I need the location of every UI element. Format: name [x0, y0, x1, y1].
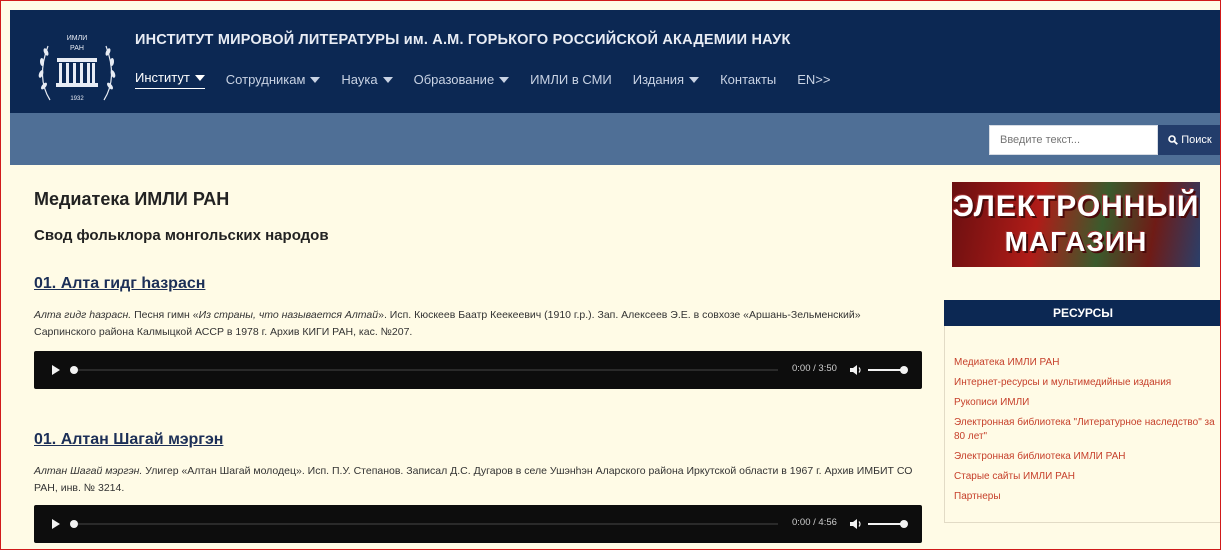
- caret-down-icon: [382, 76, 393, 83]
- resources-panel: Медиатека ИМЛИ РАН Интернет-ресурсы и му…: [944, 326, 1220, 523]
- nav-item-staff[interactable]: Сотрудникам: [226, 70, 321, 89]
- nav-label: Образование: [413, 72, 495, 87]
- nav-label: ИМЛИ в СМИ: [530, 72, 612, 87]
- track-title[interactable]: 01. Алта гидг һазрасн: [34, 275, 205, 293]
- nav-label: Издания: [632, 72, 685, 87]
- main-nav: Институт Сотрудникам Наука Образование И…: [135, 70, 852, 89]
- track-desc-italic: Алта гидг һазрасн.: [34, 309, 132, 321]
- logo-year: 1932: [70, 96, 84, 102]
- search-input[interactable]: [989, 125, 1158, 155]
- time-display: 0:00 / 3:50: [792, 363, 837, 374]
- nav-item-media[interactable]: ИМЛИ в СМИ: [530, 70, 612, 89]
- volume-track[interactable]: [868, 369, 902, 371]
- nav-label: Сотрудникам: [225, 72, 306, 87]
- logo-top-text: ИМЛИ: [67, 35, 88, 42]
- page-title: Медиатека ИМЛИ РАН: [34, 189, 230, 209]
- time-display: 0:00 / 4:56: [792, 517, 837, 528]
- volume-handle[interactable]: [900, 366, 908, 374]
- nav-item-education[interactable]: Образование: [414, 70, 510, 89]
- nav-item-institute[interactable]: Институт: [135, 70, 205, 89]
- progress-handle[interactable]: [70, 366, 78, 374]
- resource-link[interactable]: Интернет-ресурсы и мультимедийные издани…: [954, 376, 1216, 390]
- nav-item-publications[interactable]: Издания: [632, 70, 700, 89]
- caret-down-icon: [689, 76, 700, 83]
- nav-label: Институт: [135, 70, 190, 85]
- search-button[interactable]: Поиск: [1158, 125, 1220, 155]
- search-strip: Поиск: [10, 113, 1220, 165]
- track-description: Алта гидг һазрасн. Песня гимн «Из страны…: [34, 307, 924, 341]
- resource-link[interactable]: Партнеры: [954, 490, 1216, 504]
- resource-link[interactable]: Медиатека ИМЛИ РАН: [954, 356, 1216, 370]
- resources-heading: РЕСУРСЫ: [944, 300, 1220, 326]
- play-icon[interactable]: [52, 519, 60, 529]
- volume-icon[interactable]: [849, 363, 863, 377]
- track-title[interactable]: 01. Алтан Шагай мэргэн: [34, 431, 223, 449]
- progress-track[interactable]: [78, 523, 778, 525]
- logo-sub-text: РАН: [70, 45, 84, 52]
- volume-track[interactable]: [868, 523, 902, 525]
- search-button-label: Поиск: [1181, 134, 1212, 146]
- section-subtitle: Свод фольклора монгольских народов: [34, 227, 329, 244]
- audio-player: 0:00 / 4:56: [34, 505, 922, 543]
- caret-down-icon: [194, 74, 205, 81]
- resource-link[interactable]: Электронная библиотека ИМЛИ РАН: [954, 450, 1216, 464]
- nav-item-contacts[interactable]: Контакты: [720, 70, 776, 89]
- track-description: Алтан Шагай мэргэн. Улигер «Алтан Шагай …: [34, 463, 924, 497]
- track-desc-text: Улигер «Алтан Шагай молодец». Исп. П.У. …: [34, 465, 913, 494]
- imli-logo-icon[interactable]: ИМЛИ РАН 1932: [30, 28, 124, 110]
- progress-handle[interactable]: [70, 520, 78, 528]
- institute-title[interactable]: ИНСТИТУТ МИРОВОЙ ЛИТЕРАТУРЫ им. А.М. ГОР…: [135, 32, 791, 48]
- search-icon: [1168, 135, 1179, 145]
- track-desc-italic: Алтан Шагай мэргэн.: [34, 465, 143, 477]
- resource-link[interactable]: Старые сайты ИМЛИ РАН: [954, 470, 1216, 484]
- nav-item-science[interactable]: Наука: [341, 70, 393, 89]
- caret-down-icon: [499, 76, 510, 83]
- play-icon[interactable]: [52, 365, 60, 375]
- nav-label: EN>>: [797, 72, 831, 87]
- track-desc-italic-2: Из страны, что называется Алтай: [198, 309, 379, 321]
- nav-label: Наука: [341, 72, 378, 87]
- nav-label: Контакты: [720, 72, 777, 87]
- volume-handle[interactable]: [900, 520, 908, 528]
- e-shop-banner[interactable]: ЭЛЕКТРОННЫЙ МАГАЗИН: [952, 182, 1200, 267]
- progress-track[interactable]: [78, 369, 778, 371]
- resource-link[interactable]: Электронная библиотека "Литературное нас…: [954, 416, 1216, 444]
- resource-link[interactable]: Рукописи ИМЛИ: [954, 396, 1216, 410]
- caret-down-icon: [310, 76, 321, 83]
- nav-item-english[interactable]: EN>>: [797, 70, 830, 89]
- banner-line-1: ЭЛЕКТРОННЫЙ: [952, 190, 1200, 223]
- page-frame: ИМЛИ РАН 1932 ИНСТИТУТ МИРОВОЙ ЛИТЕРАТУР…: [0, 0, 1221, 550]
- audio-player: 0:00 / 3:50: [34, 351, 922, 389]
- site-header: ИМЛИ РАН 1932 ИНСТИТУТ МИРОВОЙ ЛИТЕРАТУР…: [10, 10, 1220, 113]
- track-desc-text: Песня гимн «: [131, 309, 199, 321]
- volume-icon[interactable]: [849, 517, 863, 531]
- resources-list: Медиатека ИМЛИ РАН Интернет-ресурсы и му…: [954, 356, 1216, 510]
- banner-line-2: МАГАЗИН: [1004, 226, 1148, 257]
